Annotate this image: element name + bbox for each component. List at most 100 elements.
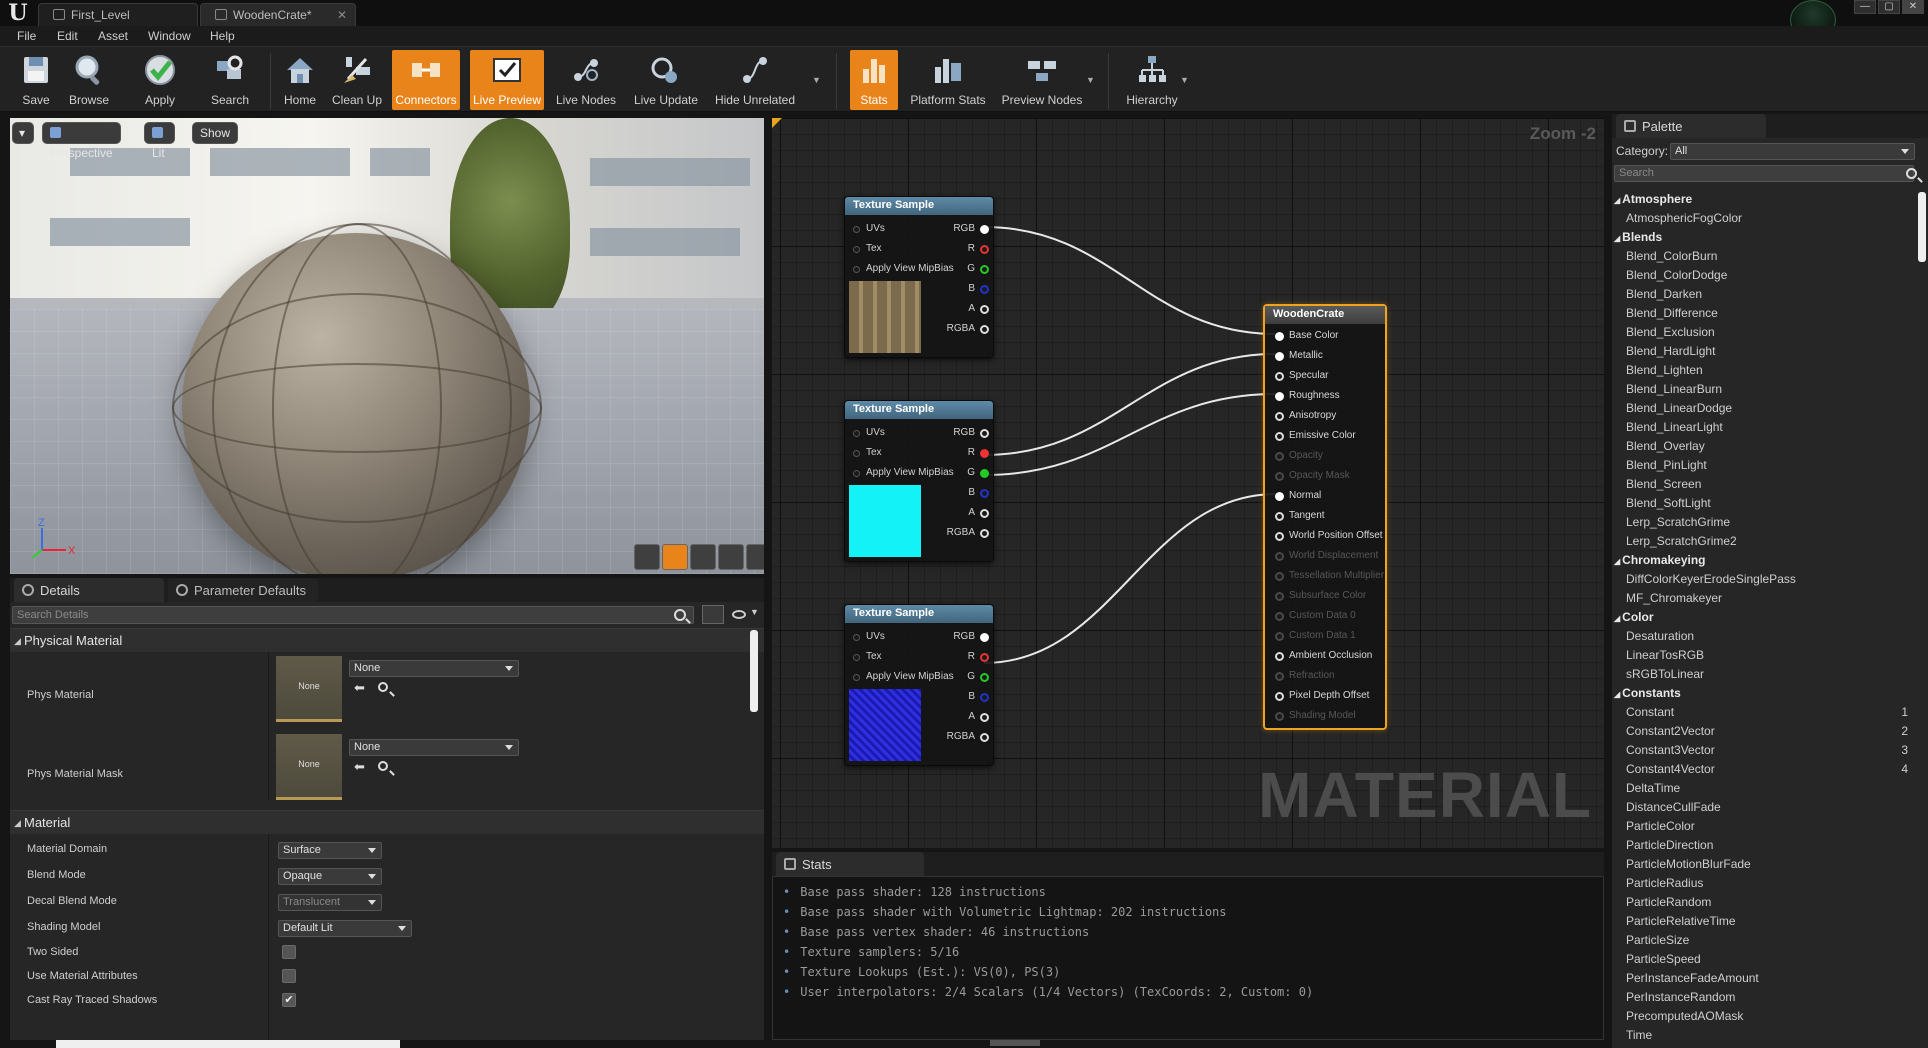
show-button[interactable]: Show bbox=[192, 122, 239, 144]
live-nodes-button[interactable]: Live Nodes bbox=[554, 50, 618, 110]
eye-dropdown-caret[interactable]: ▼ bbox=[750, 607, 759, 617]
tab-palette[interactable]: Palette bbox=[1616, 114, 1766, 138]
palette-item[interactable]: ParticleRandom bbox=[1626, 895, 1711, 909]
material-input-pin[interactable]: World Position Offset bbox=[1265, 530, 1385, 544]
output-pin[interactable]: B bbox=[929, 691, 989, 702]
palette-item[interactable]: Blend_Darken bbox=[1626, 287, 1702, 301]
palette-item[interactable]: Blend_Lighten bbox=[1626, 363, 1703, 377]
preview-nodes-button[interactable]: Preview Nodes bbox=[998, 50, 1086, 110]
palette-category[interactable]: ◢ Color bbox=[1614, 610, 1654, 624]
palette-item[interactable]: DeltaTime bbox=[1626, 781, 1680, 795]
palette-item[interactable]: Blend_LinearBurn bbox=[1626, 382, 1722, 396]
save-button[interactable]: Save bbox=[14, 50, 58, 110]
browse-asset-icon[interactable] bbox=[378, 682, 388, 692]
palette-item[interactable]: Blend_LinearDodge bbox=[1626, 401, 1732, 415]
input-pin[interactable]: UVs bbox=[853, 427, 885, 438]
output-pin[interactable]: A bbox=[929, 303, 989, 314]
output-pin[interactable]: R bbox=[929, 651, 989, 662]
output-pin[interactable]: RGB bbox=[929, 427, 989, 438]
use-material-attributes-checkbox[interactable] bbox=[282, 969, 296, 983]
tab-wooden-crate[interactable]: WoodenCrate* ✕ bbox=[200, 3, 356, 26]
material-input-pin[interactable]: Metallic bbox=[1265, 350, 1385, 364]
palette-item[interactable]: ParticleSpeed bbox=[1626, 952, 1701, 966]
menu-asset[interactable]: Asset bbox=[98, 29, 128, 43]
horizontal-scrollbar-thumb[interactable] bbox=[990, 1040, 1040, 1046]
palette-item[interactable]: ParticleMotionBlurFade bbox=[1626, 857, 1751, 871]
palette-item[interactable]: Lerp_ScratchGrime bbox=[1626, 515, 1730, 529]
input-pin[interactable]: Tex bbox=[853, 651, 882, 662]
cast-ray-traced-shadows-checkbox[interactable]: ✔ bbox=[282, 993, 296, 1007]
palette-item[interactable]: PerInstanceRandom bbox=[1626, 990, 1735, 1004]
palette-scrollbar[interactable] bbox=[1918, 192, 1926, 262]
output-pin[interactable]: G bbox=[929, 671, 989, 682]
tab-parameter-defaults[interactable]: Parameter Defaults bbox=[168, 578, 318, 602]
output-pin[interactable]: G bbox=[929, 263, 989, 274]
palette-item[interactable]: Blend_LinearLight bbox=[1626, 420, 1723, 434]
palette-category[interactable]: ◢ Atmosphere bbox=[1614, 192, 1692, 206]
connectors-button[interactable]: Connectors bbox=[392, 50, 460, 110]
live-update-button[interactable]: Live Update bbox=[630, 50, 702, 110]
browse-asset-icon[interactable] bbox=[378, 761, 388, 771]
palette-item[interactable]: Constant2Vector bbox=[1626, 724, 1715, 738]
hierarchy-caret[interactable]: ▼ bbox=[1180, 75, 1189, 85]
shading-model-dropdown[interactable]: Default Lit bbox=[278, 920, 412, 937]
palette-category[interactable]: ◢ Blends bbox=[1614, 230, 1662, 244]
palette-item[interactable]: ParticleRelativeTime bbox=[1626, 914, 1736, 928]
column-splitter[interactable] bbox=[268, 652, 269, 800]
material-input-pin[interactable]: Emissive Color bbox=[1265, 430, 1385, 444]
phys-material-mask-thumbnail[interactable]: None bbox=[276, 734, 342, 800]
material-input-pin[interactable]: Pixel Depth Offset bbox=[1265, 690, 1385, 704]
preview-nodes-caret[interactable]: ▼ bbox=[1086, 75, 1095, 85]
input-pin[interactable]: Tex bbox=[853, 447, 882, 458]
apply-button[interactable]: Apply bbox=[134, 50, 186, 110]
palette-item[interactable]: ParticleSize bbox=[1626, 933, 1689, 947]
use-selected-arrow-icon[interactable]: ⬅ bbox=[354, 680, 365, 696]
palette-item[interactable]: Time bbox=[1626, 1028, 1652, 1042]
palette-item[interactable]: Blend_SoftLight bbox=[1626, 496, 1711, 510]
cube-shape-button[interactable] bbox=[718, 544, 744, 570]
palette-item[interactable]: PerInstanceFadeAmount bbox=[1626, 971, 1759, 985]
tab-details[interactable]: Details bbox=[14, 578, 164, 602]
input-pin[interactable]: UVs bbox=[853, 223, 885, 234]
menu-window[interactable]: Window bbox=[148, 29, 191, 43]
tab-first-level[interactable]: First_Level bbox=[38, 3, 198, 26]
output-pin[interactable]: R bbox=[929, 243, 989, 254]
texture-sample-node[interactable]: Texture Sample UVs Tex Apply View MipBias RG… bbox=[844, 604, 994, 766]
material-input-pin[interactable]: Anisotropy bbox=[1265, 410, 1385, 424]
two-sided-checkbox[interactable] bbox=[282, 945, 296, 959]
menu-file[interactable]: File bbox=[17, 29, 36, 43]
material-input-pin[interactable]: Normal bbox=[1265, 490, 1385, 504]
palette-item[interactable]: LinearTosRGB bbox=[1626, 648, 1704, 662]
input-pin[interactable]: Tex bbox=[853, 243, 882, 254]
palette-item[interactable]: AtmosphericFogColor bbox=[1626, 211, 1742, 225]
unreal-logo-icon[interactable]: U bbox=[6, 1, 30, 25]
output-pin[interactable]: R bbox=[929, 447, 989, 458]
maximize-button[interactable]: ▢ bbox=[1878, 0, 1900, 14]
home-button[interactable]: Home bbox=[280, 50, 320, 110]
texture-sample-node[interactable]: Texture Sample UVs Tex Apply View MipBias RG… bbox=[844, 196, 994, 358]
details-scrollbar[interactable] bbox=[750, 630, 758, 712]
toolbar-overflow-caret[interactable]: ▼ bbox=[812, 75, 821, 85]
material-output-node[interactable]: WoodenCrate Base Color Metallic Specular Ro… bbox=[1263, 304, 1387, 730]
use-selected-arrow-icon[interactable]: ⬅ bbox=[354, 759, 365, 775]
phys-material-thumbnail[interactable]: None bbox=[276, 656, 342, 722]
palette-item[interactable]: Constant3Vector bbox=[1626, 743, 1715, 757]
category-dropdown[interactable]: All bbox=[1670, 143, 1915, 160]
sphere-shape-button[interactable] bbox=[662, 544, 688, 570]
output-pin[interactable]: RGBA bbox=[929, 731, 989, 742]
material-input-pin[interactable]: Base Color bbox=[1265, 330, 1385, 344]
search-button[interactable]: Search bbox=[206, 50, 254, 110]
palette-item[interactable]: ParticleRadius bbox=[1626, 876, 1703, 890]
output-pin[interactable]: G bbox=[929, 467, 989, 478]
eye-icon[interactable] bbox=[732, 610, 746, 619]
perspective-button[interactable]: Perspective bbox=[42, 122, 121, 160]
material-domain-dropdown[interactable]: Surface bbox=[278, 842, 382, 859]
palette-item[interactable]: Blend_Exclusion bbox=[1626, 325, 1715, 339]
physical-material-category[interactable]: ◢ Physical Material bbox=[10, 628, 764, 652]
platform-stats-button[interactable]: Platform Stats bbox=[906, 50, 990, 110]
phys-material-dropdown[interactable]: None bbox=[349, 660, 519, 677]
material-input-pin[interactable]: Ambient Occlusion bbox=[1265, 650, 1385, 664]
lit-button[interactable]: Lit bbox=[144, 122, 175, 160]
palette-item[interactable]: Lerp_ScratchGrime2 bbox=[1626, 534, 1737, 548]
stats-button[interactable]: Stats bbox=[850, 50, 898, 110]
